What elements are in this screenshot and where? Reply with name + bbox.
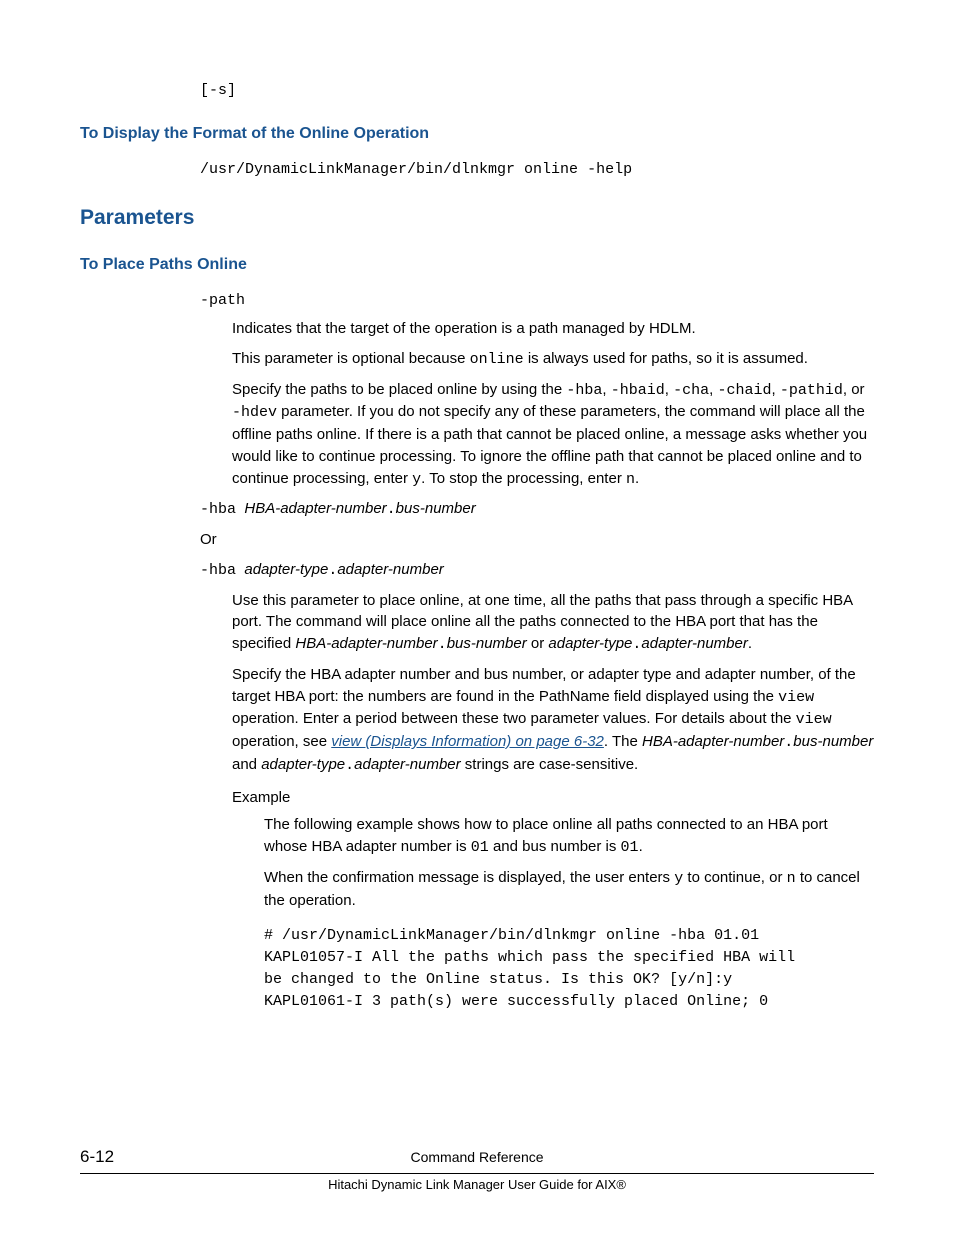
italic-adapter-number: adapter-number [641, 635, 747, 652]
link-view-operation[interactable]: view (Displays Information) on page 6-32 [331, 733, 604, 750]
text: , [602, 381, 610, 398]
text: , [665, 381, 673, 398]
code-hba-flag: -hba [200, 501, 236, 518]
footer-subtitle: Hitachi Dynamic Link Manager User Guide … [80, 1176, 874, 1195]
heading-parameters: Parameters [80, 203, 874, 233]
heading-display-format: To Display the Format of the Online Oper… [80, 122, 874, 145]
italic-adapter-type: adapter-type [261, 756, 345, 773]
code-view: view [796, 711, 832, 728]
text: . [635, 470, 639, 487]
code-online: online [470, 351, 524, 368]
code-option: [-s] [200, 80, 874, 102]
code-y: y [412, 471, 421, 488]
italic-adapter-type: adapter-type [244, 561, 328, 578]
example-code-block: # /usr/DynamicLinkManager/bin/dlnkmgr on… [264, 925, 874, 1012]
text: and [232, 756, 261, 773]
text: operation. Enter a period between these … [232, 710, 796, 727]
param-path-desc-3: Specify the paths to be placed online by… [232, 379, 874, 491]
param-path-name: -path [200, 290, 874, 312]
param-hba-syntax-1: -hba HBA-adapter-number.bus-number [200, 498, 874, 521]
code-hbaid: -hbaid [611, 382, 665, 399]
example-label: Example [232, 787, 874, 809]
dot: . [438, 636, 447, 653]
text: . [639, 838, 643, 855]
text: strings are case-sensitive. [461, 756, 639, 773]
text: and bus number is [489, 838, 621, 855]
italic-bus-number: bus-number [447, 635, 527, 652]
example-desc-1: The following example shows how to place… [264, 814, 874, 859]
dot: . [345, 757, 354, 774]
text: , [772, 381, 780, 398]
code-hdev: -hdev [232, 404, 277, 421]
italic-adapter-number: adapter-number [354, 756, 460, 773]
code-hba: -hba [566, 382, 602, 399]
code-01: 01 [471, 839, 489, 856]
code-pathid: -pathid [780, 382, 843, 399]
text: . To stop the processing, enter [421, 470, 626, 487]
param-hba-desc-2: Specify the HBA adapter number and bus n… [232, 664, 874, 777]
italic-hba-adapter-number: HBA-adapter-number [642, 733, 784, 750]
code-line: KAPL01057-I All the paths which pass the… [264, 947, 874, 969]
example-desc-2: When the confirmation message is display… [264, 867, 874, 912]
code-01: 01 [621, 839, 639, 856]
italic-adapter-type: adapter-type [548, 635, 632, 652]
code-line: # /usr/DynamicLinkManager/bin/dlnkmgr on… [264, 925, 874, 947]
code-cha: -cha [673, 382, 709, 399]
text: This parameter is optional because [232, 350, 470, 367]
code-chaid: -chaid [717, 382, 771, 399]
param-path-desc-1: Indicates that the target of the operati… [232, 318, 874, 340]
dot: . [328, 562, 337, 579]
code-help-command: /usr/DynamicLinkManager/bin/dlnkmgr onli… [200, 159, 874, 181]
param-hba-syntax-2: -hba adapter-type.adapter-number [200, 559, 874, 582]
page-footer: 6-12 Command Reference Hitachi Dynamic L… [80, 1147, 874, 1195]
code-n: n [787, 870, 796, 887]
heading-place-paths-online: To Place Paths Online [80, 253, 874, 276]
text: Specify the paths to be placed online by… [232, 381, 566, 398]
or-text: Or [200, 529, 874, 551]
italic-hba-adapter-number: HBA-adapter-number [244, 500, 386, 517]
text: . [748, 635, 752, 652]
text: operation, see [232, 733, 331, 750]
param-path-desc-2: This parameter is optional because onlin… [232, 348, 874, 371]
footer-title: Command Reference [80, 1147, 874, 1167]
code-line: KAPL01061-I 3 path(s) were successfully … [264, 991, 874, 1013]
param-hba-desc-1: Use this parameter to place online, at o… [232, 590, 874, 656]
dot: . [784, 734, 793, 751]
text: . The [604, 733, 642, 750]
italic-adapter-number: adapter-number [337, 561, 443, 578]
italic-bus-number: bus-number [793, 733, 873, 750]
text: , or [843, 381, 865, 398]
text: or [527, 635, 549, 652]
text: When the confirmation message is display… [264, 869, 674, 886]
code-hba-flag: -hba [200, 562, 236, 579]
text: Specify the HBA adapter number and bus n… [232, 666, 856, 705]
italic-bus-number: bus-number [396, 500, 476, 517]
page-number: 6-12 [80, 1145, 114, 1170]
text: to continue, or [683, 869, 786, 886]
italic-hba-adapter-number: HBA-adapter-number [295, 635, 437, 652]
dot: . [387, 501, 396, 518]
code-line: be changed to the Online status. Is this… [264, 969, 874, 991]
code-n: n [626, 471, 635, 488]
text: is always used for paths, so it is assum… [524, 350, 808, 367]
code-y: y [674, 870, 683, 887]
code-view: view [778, 689, 814, 706]
